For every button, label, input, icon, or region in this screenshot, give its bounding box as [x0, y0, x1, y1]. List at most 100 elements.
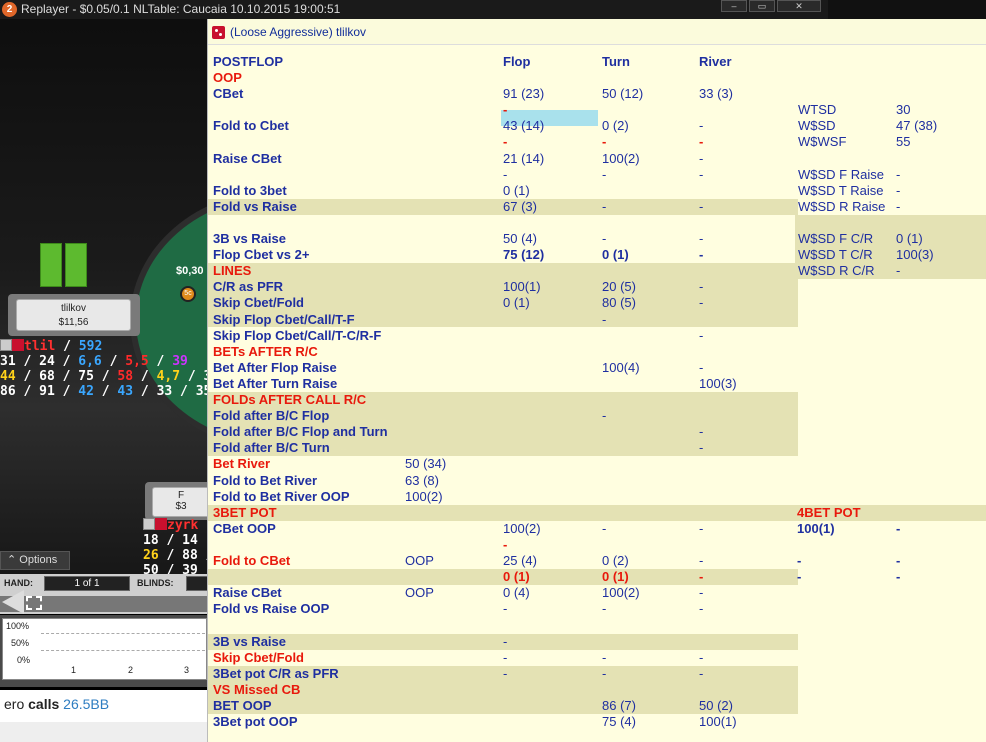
stat-cell: 0 (1) [602, 569, 629, 584]
status-strip [0, 722, 210, 742]
stat-cell: - [699, 134, 704, 149]
stat-cell: 20 (5) [602, 279, 636, 294]
stat-cell: WTSD [798, 102, 837, 117]
hud-stat: 4,7 [156, 369, 181, 384]
hud-separator: / [101, 354, 126, 369]
stat-cell: 100(3) [896, 247, 934, 262]
stat-cell: - [503, 537, 508, 552]
stat-cell: - [602, 650, 607, 665]
graph-label-0: 0% [17, 655, 31, 665]
window-titlebar: 2 Replayer - $0.05/0.1 NLTable: Caucaia … [0, 0, 828, 19]
stat-cell: - [503, 666, 508, 681]
close-button[interactable]: ✕ [777, 0, 821, 12]
stat-cell: W$SD T C/R [798, 247, 873, 262]
app-icon: 2 [2, 2, 17, 17]
stat-cell: 100(2) [602, 585, 640, 600]
stat-cell: - [699, 231, 704, 246]
stat-cell: CBet OOP [213, 521, 276, 536]
stat-cell: - [896, 569, 901, 584]
stat-cell: - [699, 151, 704, 166]
stat-cell: 100(1) [797, 521, 835, 536]
rewind-icon[interactable] [2, 590, 24, 614]
stat-cell: Turn [602, 54, 630, 69]
stat-cell: Bet After Turn Raise [213, 376, 338, 391]
options-label: Options [19, 554, 58, 566]
hud-separator: / [54, 354, 79, 369]
stat-cell: - [699, 279, 704, 294]
stat-cell: - [699, 199, 704, 214]
seat-player-2[interactable]: F $3 [152, 487, 210, 517]
stat-cell: - [602, 521, 607, 536]
hud-stat: 18 [143, 533, 159, 548]
stat-cell: Fold after B/C Flop and Turn [213, 424, 388, 439]
stat-cell: Skip Cbet/Fold [213, 650, 304, 665]
stat-cell: 67 (3) [503, 199, 537, 214]
stat-cell: - [797, 553, 802, 568]
stat-cell: Raise CBet [213, 151, 282, 166]
stat-cell: 3B vs Raise [213, 231, 286, 246]
seat-2-name: F [177, 490, 185, 501]
stat-cell: Bet After Flop Raise [213, 360, 337, 375]
stat-cell: Fold to Bet River [213, 473, 318, 488]
hud-stat: 91 [39, 384, 55, 399]
hud-stat: 44 [0, 369, 16, 384]
maximize-button[interactable]: ▭ [749, 0, 775, 12]
hole-card [65, 243, 87, 287]
blinds-label: BLINDS: [137, 578, 174, 588]
hud-stat: 39 [172, 354, 188, 369]
hud-stat: 88 [182, 548, 198, 563]
stat-cell: Fold vs Raise OOP [213, 601, 330, 616]
stat-cell: 80 (5) [602, 295, 636, 310]
stat-cell: 47 (38) [896, 118, 938, 133]
hud-separator: / [158, 548, 183, 563]
hud-stat: 14 [182, 533, 198, 548]
replayer-controls: HAND: 1 of 1 BLINDS: [0, 574, 210, 614]
hud-separator: / [54, 369, 79, 384]
options-toggle[interactable]: ⌃ Options [0, 551, 70, 570]
stat-cell: 86 (7) [602, 698, 636, 713]
stat-cell: - [699, 650, 704, 665]
seat-player[interactable]: tlilkov $11,56 [16, 299, 131, 331]
stat-cell: - [699, 360, 704, 375]
timeline-handle[interactable] [26, 596, 42, 610]
stat-cell: - [602, 601, 607, 616]
stat-cell: 75 (4) [602, 714, 636, 729]
window-title: Replayer - $0.05/0.1 NLTable: Caucaia 10… [21, 2, 341, 16]
hand-counter[interactable]: 1 of 1 [44, 576, 130, 591]
stat-cell: 25 (4) [503, 553, 537, 568]
seat-2-stack: $3 [175, 501, 187, 512]
stat-cell: Raise CBet [213, 585, 282, 600]
stat-cell: 0 (2) [602, 118, 629, 133]
stat-cell: 3BET POT [213, 505, 277, 520]
stat-cell: W$SD F C/R [798, 231, 874, 246]
stat-cell: 100(4) [602, 360, 640, 375]
stat-cell: - [602, 134, 607, 149]
hud-separator: / [54, 384, 79, 399]
seat-player-name: tlilkov [60, 303, 86, 314]
equity-graph: 100% 50% 0% 1 2 3 [2, 618, 207, 680]
hud-separator: / [93, 384, 118, 399]
hud-1-hands: 592 [78, 339, 103, 354]
hud-separator: / [15, 354, 40, 369]
stat-cell: FOLDs AFTER CALL R/C [213, 392, 367, 407]
action-log: ero calls 26.5BB [0, 690, 210, 722]
stat-cell: 43 (14) [503, 118, 545, 133]
stat-cell: 100(2) [405, 489, 443, 504]
stat-cell: - [699, 553, 704, 568]
stat-cell: BETs AFTER R/C [213, 344, 318, 359]
stat-cell: 0 (1) [896, 231, 923, 246]
stat-cell: OOP [213, 70, 242, 85]
dice-icon [155, 518, 167, 530]
stat-cell: BET OOP [213, 698, 272, 713]
stat-cell: 100(2) [503, 521, 541, 536]
stat-cell: 0 (1) [602, 247, 629, 262]
stat-cell: - [602, 666, 607, 681]
stat-cell: W$WSF [798, 134, 847, 149]
desktop-background [828, 0, 986, 19]
hud-separator: / [133, 369, 157, 384]
minimize-button[interactable]: ‒ [721, 0, 747, 12]
hud-stat: 31 [0, 354, 16, 369]
hud-stat: 24 [39, 354, 55, 369]
stat-cell: - [503, 650, 508, 665]
stat-cell: - [602, 231, 607, 246]
